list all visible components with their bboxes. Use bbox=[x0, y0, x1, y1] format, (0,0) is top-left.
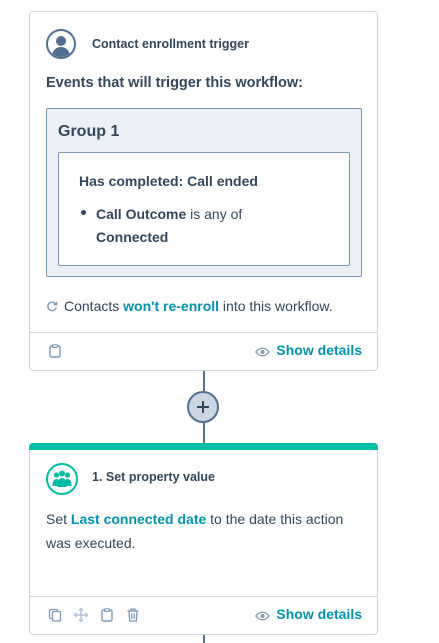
show-details-label: Show details bbox=[276, 606, 362, 622]
bullet-icon bbox=[81, 210, 86, 215]
reenroll-suffix: into this workflow. bbox=[219, 298, 333, 314]
trigger-footer: Show details bbox=[30, 332, 377, 370]
copy-icon[interactable] bbox=[48, 608, 62, 622]
filter-heading: Has completed: Call ended bbox=[79, 173, 258, 189]
move-icon[interactable] bbox=[74, 608, 88, 622]
filter-operator: is any of bbox=[186, 206, 243, 222]
property-link[interactable]: Last connected date bbox=[71, 511, 206, 527]
contact-avatar-icon bbox=[46, 29, 76, 59]
show-details-label: Show details bbox=[276, 342, 362, 358]
action-accent-bar bbox=[29, 443, 378, 450]
action-desc-prefix: Set bbox=[46, 511, 71, 527]
workflow-connector-line bbox=[203, 635, 205, 643]
reenroll-status: Contacts won't re-enroll into this workf… bbox=[46, 298, 333, 314]
show-details-button[interactable]: Show details bbox=[255, 606, 362, 622]
eye-icon bbox=[255, 611, 271, 621]
set-property-action-card[interactable]: 1. Set property value Set Last connected… bbox=[29, 443, 378, 635]
enrollment-trigger-card[interactable]: Contact enrollment trigger Events that w… bbox=[29, 11, 378, 371]
eye-icon bbox=[255, 347, 271, 357]
clipboard-icon[interactable] bbox=[48, 344, 62, 358]
filter-value: Connected bbox=[96, 229, 169, 245]
people-group-icon bbox=[46, 463, 78, 495]
action-footer: Show details bbox=[30, 596, 377, 634]
refresh-icon bbox=[47, 301, 58, 312]
filter-condition: Call Outcome is any of bbox=[96, 206, 242, 222]
workflow-connector-line bbox=[203, 371, 205, 391]
show-details-button[interactable]: Show details bbox=[255, 342, 362, 358]
action-title: 1. Set property value bbox=[92, 470, 215, 484]
events-label: Events that will trigger this workflow: bbox=[46, 75, 303, 91]
trigger-title: Contact enrollment trigger bbox=[92, 37, 249, 51]
filter-group: Group 1 Has completed: Call ended Call O… bbox=[46, 108, 362, 277]
reenroll-prefix: Contacts bbox=[64, 298, 124, 314]
reenroll-link[interactable]: won't re-enroll bbox=[123, 298, 219, 314]
add-action-button[interactable] bbox=[187, 391, 219, 423]
trash-icon[interactable] bbox=[126, 608, 140, 622]
workflow-connector-line bbox=[203, 423, 205, 443]
action-description: Set Last connected date to the date this… bbox=[46, 507, 346, 555]
clipboard-icon[interactable] bbox=[100, 608, 114, 622]
filter-property: Call Outcome bbox=[96, 206, 187, 222]
group-title: Group 1 bbox=[58, 123, 120, 140]
filter-criteria[interactable]: Has completed: Call ended Call Outcome i… bbox=[58, 152, 350, 266]
